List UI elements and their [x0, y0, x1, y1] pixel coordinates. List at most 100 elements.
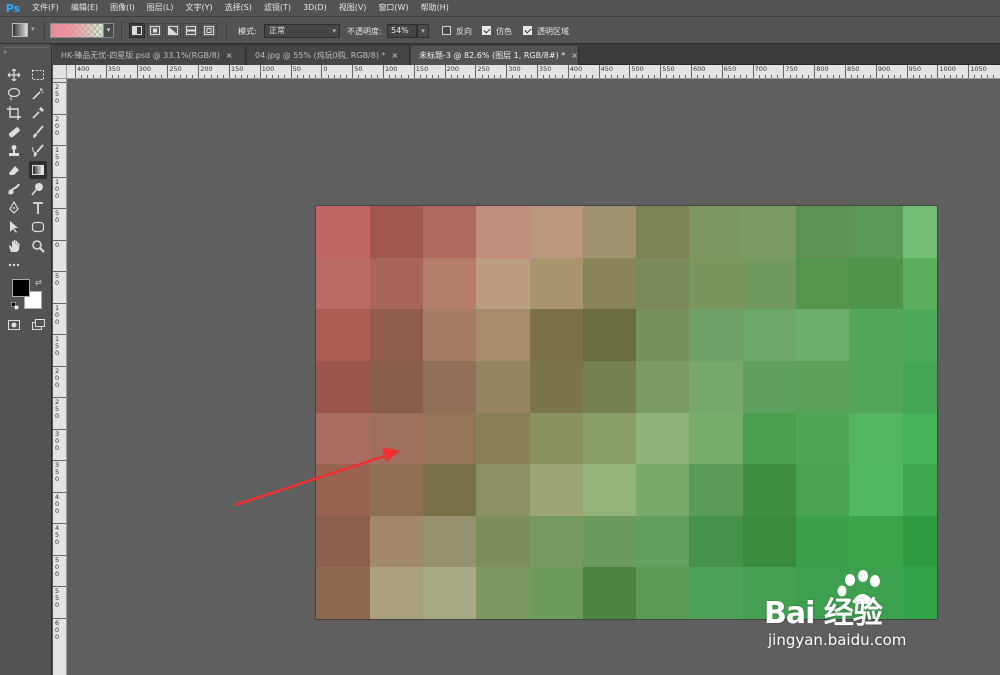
close-icon[interactable]: × [226, 51, 233, 60]
ruler-label: 3 0 0 [55, 429, 60, 452]
menu-item[interactable]: 3D(D) [297, 0, 333, 16]
blur-tool[interactable] [5, 180, 23, 198]
gradient-preview[interactable] [50, 23, 104, 38]
transparency-checkbox[interactable] [523, 26, 532, 35]
photoshop-window: Ps 文件(F) 编辑(E) 图像(I) 图层(L) 文字(Y) 选择(S) 滤镜(T) 3D… [0, 0, 1000, 675]
opacity-input[interactable]: 54% [387, 24, 417, 38]
radial-gradient-button[interactable] [147, 23, 163, 38]
ruler-label: 700 [754, 65, 768, 73]
type-tool[interactable] [29, 199, 47, 217]
marquee-tool[interactable] [29, 66, 47, 84]
ruler-label: 4 0 0 [55, 492, 60, 515]
opacity-dropdown[interactable]: ▾ [417, 24, 429, 38]
menu-item[interactable]: 视图(V) [333, 0, 373, 16]
menu-item[interactable]: 滤镜(T) [258, 0, 297, 16]
tab-document-3[interactable]: 未标题-3 @ 82.6% (图层 1, RGB/8#) * × [411, 46, 579, 65]
foreground-color-swatch[interactable] [12, 279, 30, 297]
diamond-gradient-button[interactable] [201, 23, 217, 38]
ruler-tick [629, 65, 631, 78]
ruler-label: 300 [508, 65, 521, 73]
mosaic-cell [796, 206, 849, 258]
healing-brush-tool[interactable] [5, 123, 23, 141]
tab-document-2[interactable]: 04.jpg @ 55% (炖玩0购, RGB/8) * × [247, 46, 410, 65]
mosaic-cell [423, 360, 476, 413]
mosaic-cell [743, 515, 796, 568]
mosaic-cell [423, 412, 476, 465]
more-tools-button[interactable] [5, 256, 23, 274]
ruler-tick [752, 65, 754, 78]
angle-gradient-icon [168, 26, 178, 35]
menu-item[interactable]: 文件(F) [26, 0, 65, 16]
gradient-tool[interactable] [29, 161, 47, 179]
menu-item[interactable]: 选择(S) [219, 0, 258, 16]
dither-checkbox[interactable] [482, 26, 491, 35]
angle-gradient-button[interactable] [165, 23, 181, 38]
mosaic-cell [689, 309, 743, 362]
lasso-tool[interactable] [5, 85, 23, 103]
zoom-tool[interactable] [29, 237, 47, 255]
mosaic-cell [316, 257, 370, 310]
mosaic-cell [370, 464, 423, 517]
gradient-icon [32, 165, 44, 175]
ruler-tick [660, 65, 662, 78]
eraser-tool[interactable] [5, 161, 23, 179]
menu-item[interactable]: 图层(L) [141, 0, 180, 16]
chevron-down-icon[interactable]: ▾ [31, 25, 35, 33]
default-colors-icon[interactable] [11, 302, 19, 310]
path-selection-tool[interactable] [5, 218, 23, 236]
menu-item[interactable]: 图像(I) [104, 0, 141, 16]
document-canvas[interactable] [316, 206, 937, 619]
collapse-panel-icon[interactable]: » [3, 48, 7, 56]
tool-preset-picker[interactable] [12, 23, 28, 37]
bandage-icon [8, 127, 20, 138]
ruler-tick [198, 65, 200, 78]
ruler-label: 550 [662, 65, 675, 73]
linear-gradient-button[interactable] [129, 23, 145, 38]
mosaic-cell [689, 257, 743, 310]
mosaic-cell [370, 257, 423, 310]
magic-wand-tool[interactable] [29, 85, 47, 103]
panel-grip[interactable] [4, 47, 48, 51]
mode-select[interactable]: 正常 ▾ [264, 24, 340, 38]
mosaic-cell [370, 412, 423, 465]
ellipsis-icon [8, 263, 20, 267]
ruler-tick [567, 65, 569, 78]
horizontal-ruler[interactable]: 400 350 300 250 200 150 100 50 0 50 100 150 200 250 30… [67, 65, 1000, 79]
move-tool[interactable] [5, 66, 23, 84]
hand-tool[interactable] [5, 237, 23, 255]
menu-item[interactable]: 编辑(E) [65, 0, 104, 16]
reflected-gradient-button[interactable] [183, 23, 199, 38]
clone-stamp-tool[interactable] [5, 142, 23, 160]
mosaic-cell [743, 206, 796, 258]
tab-document-1[interactable]: HK-臻品无忧-四星版.psd @ 33.1%(RGB/8) × [53, 46, 246, 65]
ruler-label: 2 0 0 [55, 366, 60, 389]
history-brush-tool[interactable] [29, 142, 47, 160]
ruler-origin[interactable] [53, 65, 67, 79]
menu-item[interactable]: 帮助(H) [415, 0, 455, 16]
gradient-picker-dropdown[interactable]: ▾ [104, 23, 114, 38]
menu-item[interactable]: 文字(Y) [179, 0, 218, 16]
mosaic-cell [636, 309, 689, 362]
close-icon[interactable]: × [392, 51, 399, 60]
mosaic-cell [903, 412, 937, 465]
ruler-label: 850 [847, 65, 860, 73]
screen-mode-button[interactable] [29, 316, 47, 334]
pen-tool[interactable] [5, 199, 23, 217]
menu-item[interactable]: 窗口(W) [372, 0, 414, 16]
mosaic-cell [903, 567, 937, 619]
vertical-ruler[interactable]: 2 5 0 2 0 0 1 5 0 1 0 0 5 0 0 5 0 1 0 0 1 5 0 2 0… [53, 79, 67, 675]
brush-tool[interactable] [29, 123, 47, 141]
dodge-tool[interactable] [29, 180, 47, 198]
quick-mask-button[interactable] [5, 316, 23, 334]
ruler-label: 1000 [939, 65, 956, 73]
ruler-label: 1 0 0 [55, 303, 60, 326]
ruler-label: 5 0 [55, 272, 60, 287]
swap-colors-icon[interactable]: ⇄ [35, 278, 42, 287]
reverse-checkbox[interactable] [442, 26, 451, 35]
eyedropper-tool[interactable] [29, 104, 47, 122]
shape-tool[interactable] [29, 218, 47, 236]
ruler-label: 1 5 0 [55, 335, 60, 357]
options-bar: ▾ ▾ 模式: 正常 ▾ 不透明度: 54% ▾ 反向 仿色 透明区域 [0, 16, 1000, 44]
crop-tool[interactable] [5, 104, 23, 122]
close-icon[interactable]: × [571, 51, 578, 60]
